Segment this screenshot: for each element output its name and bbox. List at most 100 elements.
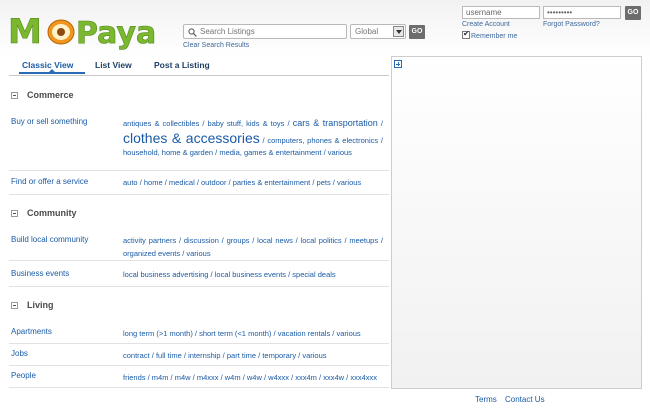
contact-us-link[interactable]: Contact Us [505,395,545,404]
svg-text:M: M [8,12,42,50]
link-various[interactable]: various [186,249,210,258]
link-home[interactable]: home [144,178,163,187]
link-baby-stuff[interactable]: baby stuff, kids & toys [208,119,285,128]
view-tabs: Classic View List View Post a Listing [9,56,389,76]
chevron-down-icon[interactable] [393,26,404,37]
link-long-term[interactable]: long term (>1 month) [123,329,193,338]
mopaya-logo[interactable]: M Paya [6,8,174,50]
link-xxx4w[interactable]: xxx4w [323,373,344,382]
link-various[interactable]: various [336,329,360,338]
link-computers[interactable]: computers, phones & electronics [267,136,378,145]
link-xxx4m[interactable]: xxx4m [295,373,317,382]
remember-me[interactable]: Remember me [462,29,517,40]
category-links: auto / home / medical / outdoor / partie… [123,178,362,187]
active-tab-notch [49,69,55,72]
remember-me-checkbox[interactable] [462,29,470,39]
row-label[interactable]: Buy or sell something [11,117,87,126]
username-input[interactable] [463,7,539,18]
row-label[interactable]: Jobs [11,349,28,358]
link-local-politics[interactable]: local politics [301,236,342,245]
link-internship[interactable]: internship [188,351,221,360]
section-community[interactable]: Community [9,206,389,222]
link-w4xxx[interactable]: w4xxx [268,373,289,382]
tab-classic-view[interactable]: Classic View [22,60,73,70]
password-input[interactable] [544,7,620,18]
row-label[interactable]: Find or offer a service [11,177,88,186]
link-w4w[interactable]: w4w [247,373,262,382]
link-m4xxx[interactable]: m4xxx [197,373,219,382]
link-local-business-events[interactable]: local business events [215,270,286,279]
category-links: local business advertising / local busin… [123,270,336,279]
row-apartments: Apartments long term (>1 month) / short … [9,327,389,344]
link-short-term[interactable]: short term (<1 month) [199,329,271,338]
link-clothes[interactable]: clothes & accessories [123,130,260,146]
header: M Paya Global GO Clear Search Results GO… [0,0,650,56]
search-scope-select[interactable]: Global [350,24,406,39]
link-auto[interactable]: auto [123,178,138,187]
link-pets[interactable]: pets [317,178,331,187]
forgot-password-link[interactable]: Forgot Password? [543,21,600,28]
link-medical[interactable]: medical [169,178,195,187]
category-links: activity partners / discussion / groups … [123,236,383,258]
link-media[interactable]: media, games & entertainment [219,148,321,157]
row-business-events: Business events local business advertisi… [9,269,389,287]
link-various[interactable]: various [302,351,326,360]
password-field[interactable] [543,6,621,19]
link-organized-events[interactable]: organized events [123,249,180,258]
category-links: antiques & collectibles / baby stuff, ki… [123,118,383,157]
search-input[interactable] [200,26,344,37]
link-w4m[interactable]: w4m [225,373,241,382]
login-go-button[interactable]: GO [625,6,641,20]
search-input-box[interactable] [183,24,347,39]
username-field[interactable] [462,6,540,19]
search-go-button[interactable]: GO [409,25,425,39]
collapse-icon[interactable] [11,210,18,217]
svg-text:Paya: Paya [76,16,156,50]
active-tab-indicator [19,72,85,74]
link-temporary[interactable]: temporary [262,351,296,360]
row-label[interactable]: People [11,371,36,380]
create-account-link[interactable]: Create Account [462,21,510,28]
expand-icon[interactable] [394,60,402,68]
link-vacation-rentals[interactable]: vacation rentals [278,329,331,338]
collapse-icon[interactable] [11,92,18,99]
link-groups[interactable]: groups [227,236,250,245]
terms-link[interactable]: Terms [475,395,497,404]
section-living[interactable]: Living [9,298,389,314]
link-various[interactable]: various [337,178,361,187]
link-local-news[interactable]: local news [257,236,293,245]
collapse-icon[interactable] [11,302,18,309]
link-m4w[interactable]: m4w [175,373,191,382]
link-discussion[interactable]: discussion [184,236,219,245]
row-label[interactable]: Business events [11,269,69,278]
link-antiques[interactable]: antiques & collectibles [123,119,199,128]
search-icon [188,28,197,37]
link-xxx4xxx[interactable]: xxx4xxx [350,373,377,382]
link-various[interactable]: various [328,148,352,157]
link-special-deals[interactable]: special deals [292,270,335,279]
link-activity-partners[interactable]: activity partners [123,236,176,245]
link-meetups[interactable]: meetups [349,236,378,245]
category-links: contract / full time / internship / part… [123,351,327,360]
link-household[interactable]: household, home & garden [123,148,213,157]
section-commerce[interactable]: Commerce [9,88,389,104]
clear-search-link[interactable]: Clear Search Results [183,42,249,49]
map-panel [391,56,642,389]
link-parties[interactable]: parties & entertainment [233,178,311,187]
link-full-time[interactable]: full time [156,351,182,360]
link-part-time[interactable]: part time [227,351,256,360]
link-friends[interactable]: friends [123,373,146,382]
row-label[interactable]: Build local community [11,235,88,244]
category-links: long term (>1 month) / short term (<1 mo… [123,329,361,338]
section-title: Commerce [27,90,74,100]
link-local-business-advertising[interactable]: local business advertising [123,270,208,279]
row-label[interactable]: Apartments [11,327,52,336]
tab-post-listing[interactable]: Post a Listing [154,60,210,70]
link-outdoor[interactable]: outdoor [201,178,226,187]
link-cars[interactable]: cars & transportation [293,118,378,128]
link-m4m[interactable]: m4m [152,373,169,382]
link-contract[interactable]: contract [123,351,150,360]
section-title: Community [27,208,77,218]
row-service: Find or offer a service auto / home / me… [9,177,389,195]
tab-list-view[interactable]: List View [95,60,132,70]
